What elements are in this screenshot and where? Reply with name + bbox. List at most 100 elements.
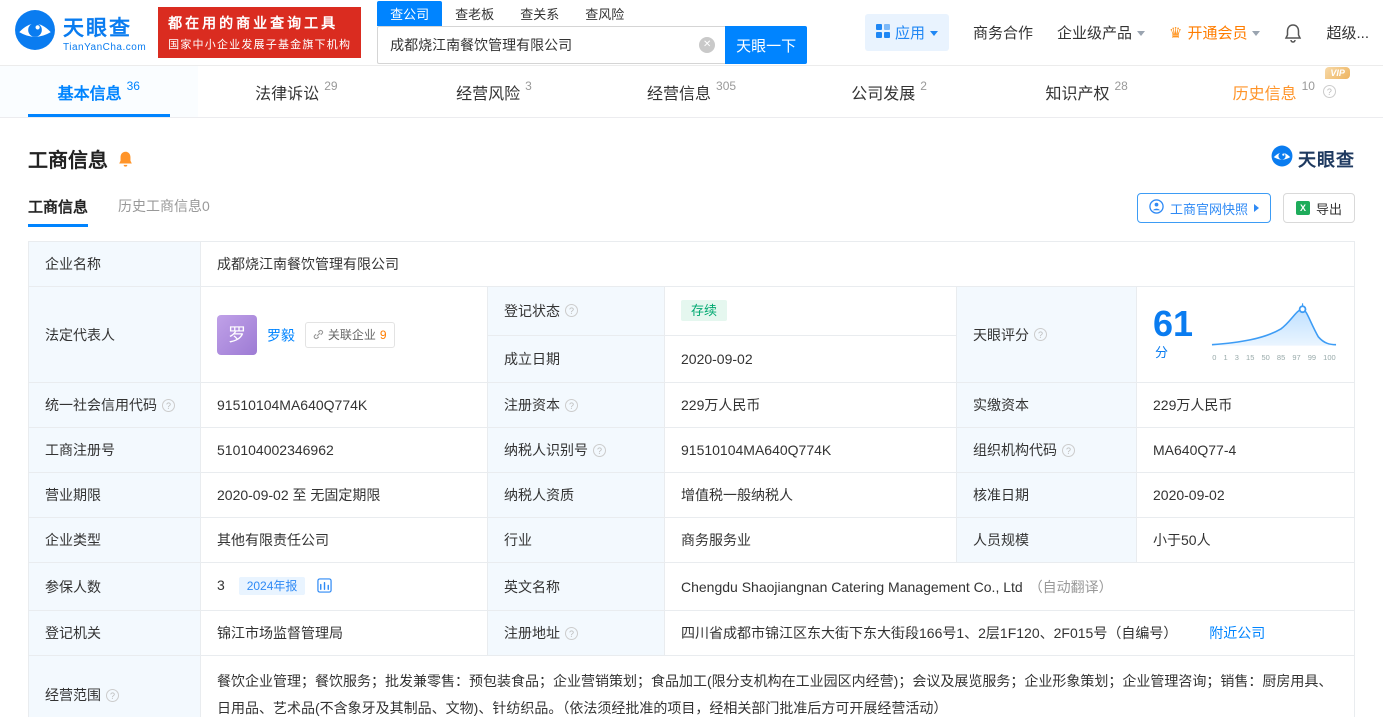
table-row: 企业名称 成都烧江南餐饮管理有限公司 [28, 241, 1355, 287]
tab-basic-info[interactable]: 基本信息 36 [0, 66, 198, 117]
subtab-business-registration[interactable]: 工商信息 [28, 196, 89, 227]
chevron-right-icon [1253, 204, 1259, 212]
business-term-value: 2020-09-02 至 无固定期限 [200, 472, 488, 518]
info-icon[interactable] [1034, 328, 1047, 341]
tab-business-info[interactable]: 经营信息 305 [593, 66, 791, 117]
reg-capital-label: 注册资本 [487, 382, 665, 428]
staff-size-value: 小于50人 [1136, 517, 1355, 563]
company-tabbar: 基本信息 36 法律诉讼 29 经营风险 3 经营信息 305 公司发展 2 知识产权 28… [0, 66, 1383, 118]
legal-rep-avatar[interactable]: 罗 [217, 314, 257, 355]
company-name-label: 企业名称 [28, 241, 201, 287]
search-tab-company[interactable]: 查公司 [377, 1, 443, 26]
subtab-history-registration[interactable]: 历史工商信息0 [118, 196, 210, 226]
nav-open-vip[interactable]: ♛ 开通会员 [1169, 22, 1261, 43]
top-header: 天眼查 TianYanCha.com 都在用的商业查询工具 国家中小企业发展子基… [0, 0, 1383, 66]
info-icon[interactable] [593, 443, 606, 457]
industry-value: 商务服务业 [664, 517, 957, 563]
credit-code-value: 91510104MA640Q774K [200, 382, 488, 428]
annual-report-badge[interactable]: 2024年报 [238, 577, 306, 595]
promo-line2: 国家中小企业发展子基金旗下机构 [168, 39, 352, 51]
crown-icon: ♛ [1169, 24, 1183, 42]
score-label: 天眼评分 [956, 286, 1137, 383]
insured-count: 3 [217, 577, 225, 593]
business-term-label: 营业期限 [28, 472, 201, 518]
nearby-companies-link[interactable]: 附近公司 [1209, 625, 1265, 641]
table-row: 经营范围 餐饮企业管理；餐饮服务；批发兼零售：预包装食品；企业营销策划；食品加工… [28, 655, 1355, 717]
reg-number-value: 510104002346962 [200, 427, 488, 473]
org-code-label: 组织机构代码 [956, 427, 1137, 473]
reg-status-label: 登记状态 [487, 286, 665, 336]
chevron-down-icon [929, 31, 938, 36]
english-name-label: 英文名称 [487, 562, 665, 611]
clear-search-icon[interactable] [699, 37, 716, 53]
info-icon[interactable] [565, 398, 578, 412]
company-name-value: 成都烧江南餐饮管理有限公司 [200, 241, 1355, 287]
credit-code-label: 统一社会信用代码 [28, 382, 201, 428]
official-snapshot-button[interactable]: 工商官网快照 [1136, 193, 1271, 223]
auto-translate-note: （自动翻译） [1028, 578, 1113, 595]
tianyancha-eye-icon [1271, 145, 1293, 172]
insured-value-cell: 3 2024年报 [200, 562, 488, 611]
taxpayer-quality-label: 纳税人资质 [487, 472, 665, 518]
legal-rep-label: 法定代表人 [28, 286, 201, 383]
tab-operational-risk[interactable]: 经营风险 3 [395, 66, 593, 117]
table-row: 法定代表人 罗 罗毅 关联企业 9 登记状态 存续 天眼评分 61分 [28, 286, 1355, 383]
search-tab-relation[interactable]: 查关系 [507, 1, 572, 26]
table-row: 企业类型 其他有限责任公司 行业 商务服务业 人员规模 小于50人 [28, 517, 1355, 563]
top-nav: 应用 商务合作 企业级产品 ♛ 开通会员 超级... [864, 14, 1369, 51]
taxpayer-quality-value: 增值税一般纳税人 [664, 472, 957, 518]
paid-capital-value: 229万人民币 [1136, 382, 1355, 428]
search-input-wrap [377, 26, 726, 64]
legal-rep-link[interactable]: 罗毅 [267, 327, 295, 343]
tab-history-info[interactable]: 历史信息10 VIP [1185, 66, 1383, 117]
annual-report-icon[interactable] [317, 578, 332, 596]
nav-super[interactable]: 超级... [1326, 22, 1369, 43]
brand-name: 天眼查 [63, 17, 132, 40]
vip-badge: VIP [1325, 66, 1350, 79]
bell-icon [1285, 23, 1302, 43]
section-title: 工商信息 [28, 150, 108, 172]
reg-status-value: 存续 [664, 286, 957, 336]
search-input[interactable] [378, 37, 700, 53]
nav-enterprise-products[interactable]: 企业级产品 [1057, 22, 1146, 43]
table-row: 登记机关 锦江市场监督管理局 注册地址 四川省成都市锦江区东大街下东大街段166… [28, 610, 1355, 656]
reg-number-label: 工商注册号 [28, 427, 201, 473]
establish-date-label: 成立日期 [487, 334, 665, 384]
promo-banner[interactable]: 都在用的商业查询工具 国家中小企业发展子基金旗下机构 [158, 7, 362, 58]
app-grid-icon [875, 23, 890, 42]
announcement-bell-icon[interactable] [117, 150, 134, 168]
excel-icon [1295, 201, 1310, 215]
related-companies-pill[interactable]: 关联企业 9 [304, 321, 395, 348]
search-tab-boss[interactable]: 查老板 [442, 1, 507, 26]
status-badge: 存续 [681, 300, 728, 322]
notification-bell[interactable] [1284, 23, 1302, 43]
search-tab-risk[interactable]: 查风险 [572, 1, 637, 26]
tab-intellectual-property[interactable]: 知识产权 28 [988, 66, 1186, 117]
tianyancha-logo[interactable]: 天眼查 TianYanCha.com [14, 9, 146, 56]
info-icon[interactable] [106, 688, 119, 702]
search-block: 查公司 查老板 查关系 查风险 天眼一下 [377, 1, 808, 64]
info-icon[interactable] [162, 398, 175, 412]
search-button[interactable]: 天眼一下 [725, 26, 808, 64]
staff-size-label: 人员规模 [956, 517, 1137, 563]
taxpayer-id-label: 纳税人识别号 [487, 427, 665, 473]
approval-date-label: 核准日期 [956, 472, 1137, 518]
info-icon[interactable] [565, 626, 578, 640]
info-icon[interactable] [565, 304, 578, 318]
info-icon[interactable] [1062, 443, 1075, 457]
chevron-down-icon [1137, 31, 1146, 36]
establish-date-value: 2020-09-02 [664, 334, 957, 384]
industry-label: 行业 [487, 517, 665, 563]
nav-apps[interactable]: 应用 [864, 14, 949, 51]
tianyancha-eye-icon [14, 9, 56, 56]
export-button[interactable]: 导出 [1282, 193, 1355, 223]
info-icon[interactable] [1322, 85, 1336, 98]
score-cell: 61分 0 1 3 15 50 85 97 99 100 [1136, 286, 1355, 383]
english-name-cell: Chengdu Shaojiangnan Catering Management… [664, 562, 1355, 611]
chevron-down-icon [1252, 31, 1261, 36]
score-axis-labels: 0 1 3 15 50 85 97 99 100 [1212, 353, 1336, 362]
org-code-value: MA640Q77-4 [1136, 427, 1355, 473]
tab-company-development[interactable]: 公司发展 2 [790, 66, 988, 117]
nav-cooperation[interactable]: 商务合作 [973, 22, 1033, 43]
tab-legal-litigation[interactable]: 法律诉讼 29 [198, 66, 396, 117]
